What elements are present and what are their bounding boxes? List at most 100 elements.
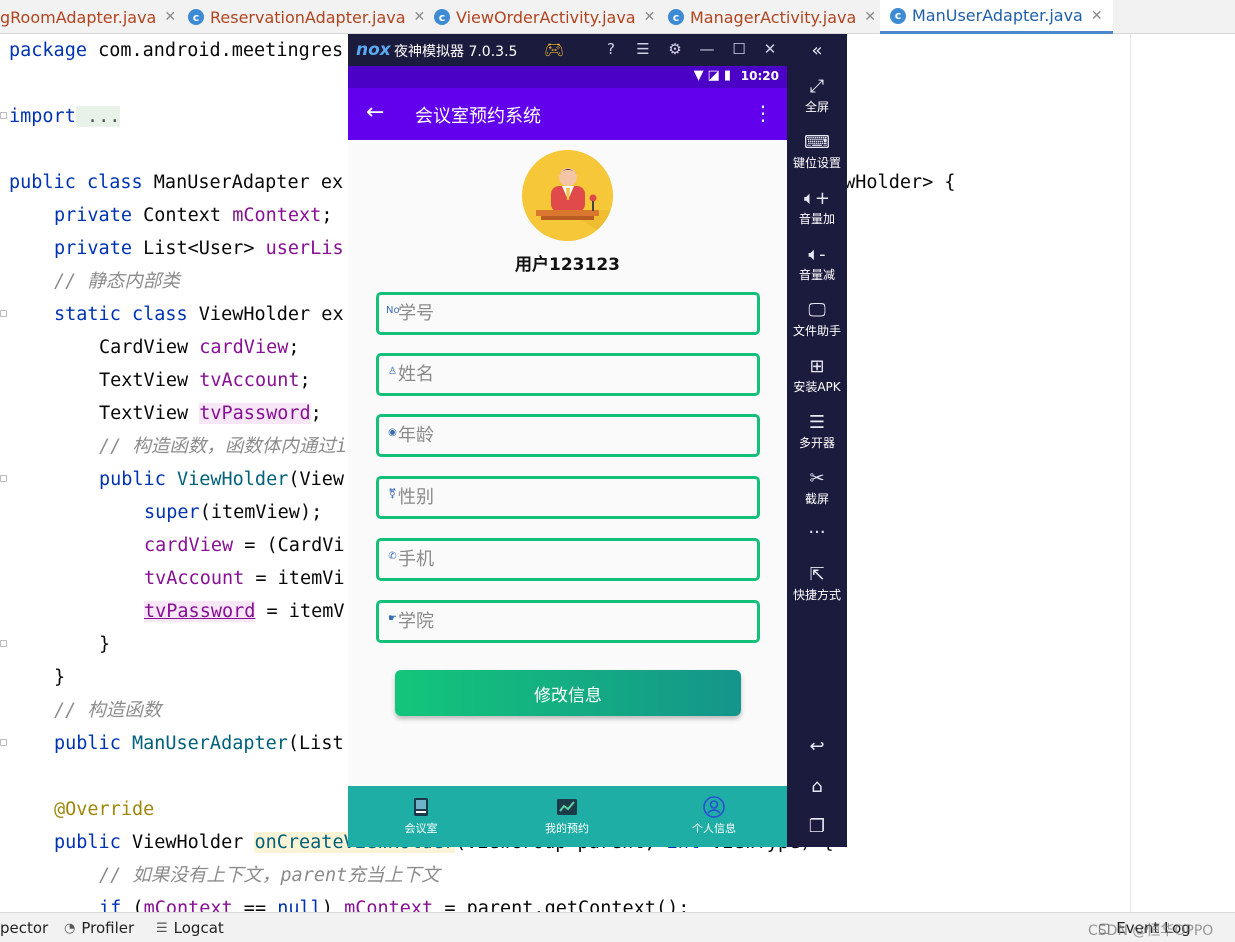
code-token: tvAccount <box>199 370 300 391</box>
close-icon[interactable]: ✕ <box>644 9 656 25</box>
ide-tool-window-bar: pector ◔ Profiler ☰ Logcat ▢ Event Log CSDN… <box>0 912 1235 942</box>
code-token: Context <box>131 205 233 226</box>
tab-vieworderactivity[interactable]: c ViewOrderActivity.java ✕ <box>434 0 655 34</box>
gauge-icon: ◔ <box>64 920 76 936</box>
chart-icon <box>557 799 577 815</box>
nav-label: 会议室 <box>404 822 438 835</box>
tool-window-profiler[interactable]: ◔ Profiler <box>64 913 134 942</box>
code-line: } <box>99 634 111 655</box>
help-icon[interactable]: ? <box>601 40 621 58</box>
sidebar-item-volume-up[interactable]: 🔈︎+ 音量加 <box>787 188 847 227</box>
fold-marker-icon[interactable] <box>0 112 7 119</box>
more-vertical-icon[interactable]: ⋮ <box>753 100 773 126</box>
app-toolbar: ← 会议室预约系统 ⋮ <box>348 88 787 140</box>
name-field[interactable]: ♙ <box>376 353 760 396</box>
sidebar-item-fullscreen[interactable]: ⤢ 全屏 <box>787 76 847 115</box>
nav-item-meeting-rooms[interactable]: 会议室 <box>371 796 471 836</box>
collapse-sidebar-button[interactable]: « <box>787 40 847 62</box>
code-token: ViewHolder ex <box>187 304 344 325</box>
nav-item-my-reservations[interactable]: 我的预约 <box>517 796 617 836</box>
list-icon: ☰ <box>156 920 168 936</box>
tab-reservationadapter[interactable]: c ReservationAdapter.java ✕ <box>188 0 425 34</box>
multi-instance-icon: ☰ <box>808 412 826 433</box>
code-token: userLis <box>265 238 344 259</box>
maximize-icon[interactable]: ☐ <box>729 40 749 58</box>
fold-marker-icon[interactable] <box>0 739 7 746</box>
code-line: static class ViewHolder ex <box>54 298 344 331</box>
tool-window-inspector[interactable]: pector <box>0 913 48 942</box>
code-token: = (CardVi <box>233 535 345 556</box>
code-token: TextView <box>99 403 200 424</box>
phone-input[interactable] <box>398 544 748 575</box>
code-token: CardView <box>99 337 200 358</box>
sidebar-item-keymap[interactable]: ⌨ 键位设置 <box>787 132 847 171</box>
editor-right-margin <box>1130 34 1235 912</box>
code-line: private Context mContext; <box>54 199 332 232</box>
close-icon[interactable]: ✕ <box>164 9 176 25</box>
minimize-icon[interactable]: — <box>697 40 717 58</box>
sidebar-item-more[interactable]: ··· <box>787 522 847 544</box>
folded-imports[interactable]: ... <box>75 106 121 127</box>
college-field[interactable]: ☛ <box>376 600 760 643</box>
code-token: mContext <box>344 898 434 912</box>
tool-window-logcat[interactable]: ☰ Logcat <box>156 913 224 942</box>
code-token: ; <box>310 403 322 424</box>
name-input[interactable] <box>398 359 748 390</box>
watermark: CSDN @恒华OPPO <box>1088 923 1214 939</box>
sidebar-item-multi-instance[interactable]: ☰ 多开器 <box>787 412 847 451</box>
code-token: ewHolder> { <box>833 172 956 193</box>
android-recents-button[interactable]: ❐ <box>787 816 847 838</box>
code-token: super <box>144 502 200 523</box>
tab-manageractivity[interactable]: c ManagerActivity.java ✕ <box>668 0 876 34</box>
android-back-button[interactable]: ↩ <box>787 736 847 758</box>
back-arrow-icon[interactable]: ← <box>366 100 384 126</box>
android-status-bar: ▼◪▮ 10:20 <box>348 66 787 88</box>
tab-manuseradapter[interactable]: c ManUserAdapter.java ✕ <box>880 0 1113 34</box>
gamepad-icon[interactable]: 🎮︎ <box>544 40 564 59</box>
tab-groomadapter[interactable]: gRoomAdapter.java ✕ <box>0 0 176 34</box>
code-token: package <box>9 40 87 61</box>
avatar-illustration <box>522 150 613 241</box>
shortcut-icon: ⇱ <box>809 564 825 585</box>
fold-marker-icon[interactable] <box>0 310 7 317</box>
close-icon[interactable]: ✕ <box>1091 8 1103 24</box>
code-line: public ViewHolder(View <box>99 463 344 496</box>
college-input[interactable] <box>398 606 748 637</box>
menu-icon[interactable]: ☰ <box>633 40 653 58</box>
gender-input[interactable] <box>398 482 748 513</box>
student-id-input[interactable] <box>398 298 748 329</box>
close-icon[interactable]: ✕ <box>414 9 426 25</box>
update-info-button[interactable]: 修改信息 <box>395 670 741 716</box>
home-icon: ⌂ <box>811 776 823 797</box>
gender-field[interactable]: ⚧ <box>376 476 760 519</box>
code-line: public class ManUserAdapter ex <box>9 166 343 199</box>
android-home-button[interactable]: ⌂ <box>787 776 847 798</box>
phone-field[interactable]: ✆ <box>376 538 760 581</box>
close-icon[interactable]: ✕ <box>760 40 780 58</box>
code-token: com.android.meetingres <box>86 40 344 61</box>
sidebar-item-file-helper[interactable]: 🖵︎ 文件助手 <box>787 300 847 339</box>
student-id-field[interactable]: No <box>376 292 760 335</box>
sidebar-label: 截屏 <box>804 492 829 506</box>
fold-marker-icon[interactable] <box>0 475 7 482</box>
sidebar-item-install-apk[interactable]: ⊞ 安装APK <box>787 356 847 395</box>
sidebar-item-shortcut[interactable]: ⇱ 快捷方式 <box>787 564 847 603</box>
gear-icon[interactable]: ⚙ <box>665 40 685 58</box>
sidebar-item-volume-down[interactable]: 🔈︎- 音量减 <box>787 244 847 283</box>
class-icon: c <box>434 9 450 25</box>
code-token: tvAccount <box>144 568 245 589</box>
sidebar-item-screenshot[interactable]: ✂ 截屏 <box>787 468 847 507</box>
sidebar-label: 安装APK <box>793 380 841 394</box>
age-field[interactable]: ◉ <box>376 414 760 457</box>
tab-label: ManUserAdapter.java <box>912 6 1083 25</box>
fold-marker-icon[interactable] <box>0 640 7 647</box>
emulator-name: 夜神模拟器 7.0.3.5 <box>394 44 518 60</box>
sidebar-label: 音量加 <box>798 212 835 226</box>
code-comment: // 如果没有上下文，parent充当上下文 <box>99 865 440 886</box>
fullscreen-icon: ⤢ <box>809 76 825 97</box>
class-icon: c <box>890 7 906 24</box>
emulator-title-bar: nox 夜神模拟器 7.0.3.5 🎮︎ ? ☰ ⚙ — ☐ ✕ <box>348 34 787 66</box>
close-icon[interactable]: ✕ <box>864 9 876 25</box>
age-input[interactable] <box>398 420 748 451</box>
nav-item-profile[interactable]: 个人信息 <box>664 796 764 836</box>
